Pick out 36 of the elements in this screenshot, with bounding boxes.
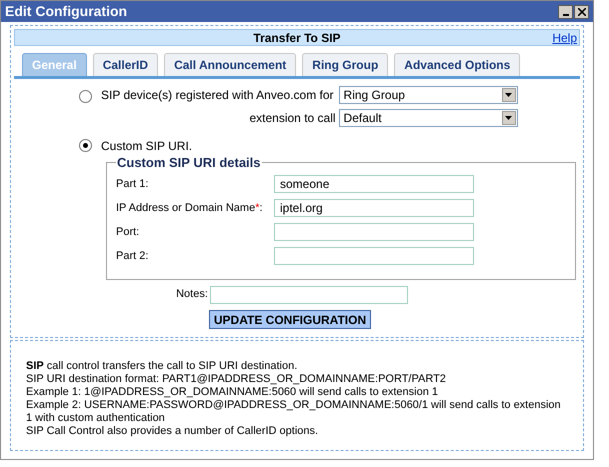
radio-button[interactable] [79,139,92,152]
help-link[interactable]: Help [552,28,577,46]
close-icon [578,8,586,16]
dropdown[interactable]: Ring Group [338,86,518,104]
field-label: Notes: [176,287,208,302]
option-label: Custom SIP URI. [101,138,192,155]
info-text: SIP Call Control also provides a number of CallerID options. [26,424,320,438]
field-label: Part 2: [116,248,150,262]
field-label: Port: [116,224,140,238]
caret-icon [502,88,516,102]
header-title: Transfer To SIP [253,30,341,46]
select-label: extension to call [249,110,336,127]
update-button[interactable]: UPDATE CONFIGURATION [208,310,372,328]
tab[interactable]: Ring Group [302,53,388,76]
notes-field[interactable] [210,286,408,304]
input-field[interactable]: iptel.org [274,198,474,216]
caret-icon [502,111,516,125]
panel-legend: Custom SIP URI details [116,153,262,172]
minimize-button[interactable] [558,4,573,18]
info-text: SIP call control transfers the call to SIP URI destination. [26,360,298,372]
info-text: Example 2: USERNAME:PASSWORD@IPADDRESS_OR_DOMAINNAME:5060/1 will send calls to extension 1 with custom authentication [26,398,562,424]
tab[interactable]: Advanced Options [394,53,520,76]
input-field[interactable]: someone [274,174,474,192]
info-text: SIP URI destination format: PART1@IPADDRESS_OR_DOMAINNAME:PORT/PART2 [26,372,447,386]
tab[interactable]: CallerID [92,53,158,76]
input-field[interactable] [274,222,474,240]
close-button[interactable] [574,4,589,18]
info-text: Example 1: 1@IPADDRESS_OR_DOMAINNAME:5060 will send calls to extension 1 [26,386,440,398]
option-label: SIP device(s) registered with Anveo.com for [101,87,334,104]
window-title: Edit Configuration [5,2,128,21]
dropdown[interactable]: Default [338,109,518,127]
tab[interactable]: Call Announcement [164,53,296,76]
field-label: IP Address or Domain Name*: [116,200,264,214]
field-label: Part 1: [116,176,150,190]
input-field[interactable] [274,246,474,264]
radio-button[interactable] [79,90,92,103]
